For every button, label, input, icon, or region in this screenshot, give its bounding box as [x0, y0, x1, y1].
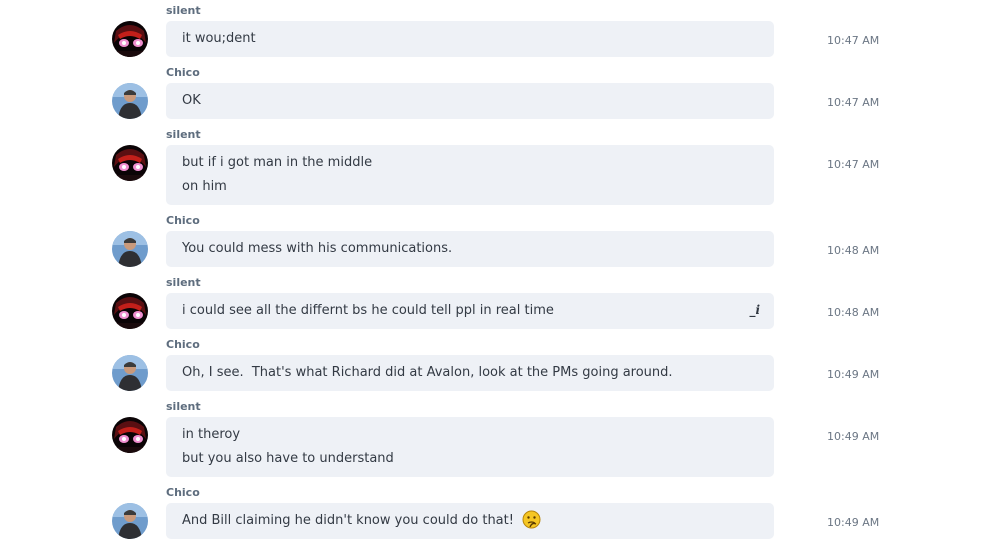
message-text: on him: [182, 179, 227, 194]
message-bubble[interactable]: in theroy but you also have to understan…: [166, 417, 774, 477]
message-bubble[interactable]: Oh, I see. That's what Richard did at Av…: [166, 355, 774, 391]
message-text: but you also have to understand: [182, 451, 394, 466]
message-bubble[interactable]: but if i got man in the middle on him: [166, 145, 774, 205]
sender-name: Chico: [166, 214, 200, 227]
message-text-content: And Bill claiming he didn't know you cou…: [182, 513, 514, 528]
sender-name: silent: [166, 276, 201, 289]
message-timestamp: 10:47 AM: [827, 158, 880, 171]
chico-avatar-icon[interactable]: [112, 83, 148, 119]
message-timestamp: 10:47 AM: [827, 96, 880, 109]
silent-avatar-icon[interactable]: [112, 145, 148, 181]
message-bubble[interactable]: i could see all the differnt bs he could…: [166, 293, 774, 329]
chico-avatar-icon[interactable]: [112, 503, 148, 539]
message-text: Oh, I see. That's what Richard did at Av…: [182, 365, 673, 380]
message-timestamp: 10:48 AM: [827, 306, 880, 319]
message-text: And Bill claiming he didn't know you cou…: [182, 509, 758, 533]
sender-name: Chico: [166, 338, 200, 351]
message-text: i could see all the differnt bs he could…: [182, 303, 554, 318]
sender-name: silent: [166, 128, 201, 141]
thinking-emoji-icon: [522, 510, 541, 529]
message-timestamp: 10:49 AM: [827, 516, 880, 529]
chico-avatar-icon[interactable]: [112, 355, 148, 391]
message-text: You could mess with his communications.: [182, 241, 453, 256]
message-bubble[interactable]: And Bill claiming he didn't know you cou…: [166, 503, 774, 539]
sender-name: silent: [166, 400, 201, 413]
chico-avatar-icon[interactable]: [112, 231, 148, 267]
message-bubble[interactable]: You could mess with his communications.: [166, 231, 774, 267]
message-text: it wou;dent: [182, 31, 256, 46]
sender-name: Chico: [166, 66, 200, 79]
message-text: OK: [182, 93, 201, 108]
silent-avatar-icon[interactable]: [112, 293, 148, 329]
message-text: but if i got man in the middle: [182, 155, 373, 170]
message-bubble[interactable]: it wou;dent: [166, 21, 774, 57]
message-timestamp: 10:48 AM: [827, 244, 880, 257]
message-timestamp: 10:49 AM: [827, 368, 880, 381]
edit-cursor-icon[interactable]: _i: [749, 303, 760, 317]
sender-name: silent: [166, 4, 201, 17]
silent-avatar-icon[interactable]: [112, 21, 148, 57]
message-timestamp: 10:49 AM: [827, 430, 880, 443]
message-text: in theroy: [182, 427, 241, 442]
chat-transcript: silent it wou;dent 10:47 AM Chico OK 10:…: [0, 0, 985, 547]
message-bubble[interactable]: OK: [166, 83, 774, 119]
message-timestamp: 10:47 AM: [827, 34, 880, 47]
sender-name: Chico: [166, 486, 200, 499]
silent-avatar-icon[interactable]: [112, 417, 148, 453]
